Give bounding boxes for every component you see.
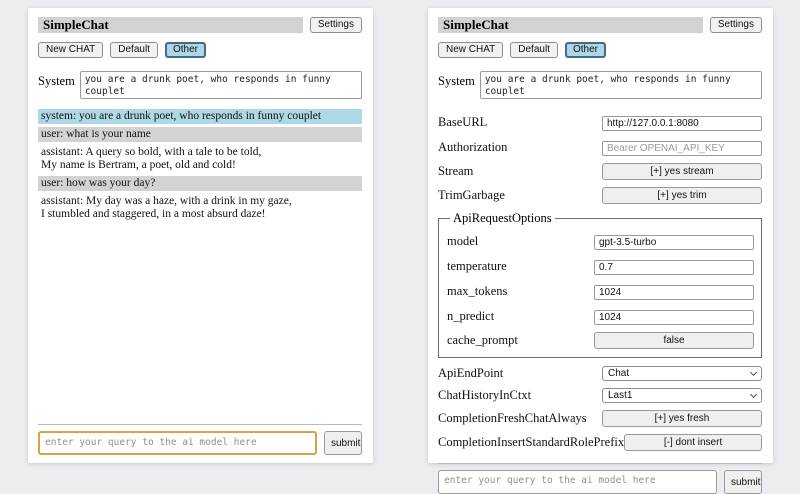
chat-message-user: user: how was your day? [38, 176, 362, 191]
session-tab-default[interactable]: Default [510, 42, 558, 58]
setting-row-cache-prompt: cache_prompt false [447, 332, 754, 349]
cache-prompt-toggle-button[interactable]: false [594, 332, 754, 349]
setting-row-chat-history-in-ctxt: ChatHistoryInCtxt Last1 [438, 388, 762, 403]
model-input[interactable] [594, 235, 754, 250]
chat-message-assistant: assistant: A query so bold, with a tale … [38, 145, 362, 173]
setting-row-completion-fresh-chat: CompletionFreshChatAlways [+] yes fresh [438, 410, 762, 427]
api-endpoint-select[interactable]: Chat [602, 366, 762, 381]
setting-row-temperature: temperature [447, 257, 754, 275]
system-prompt-input[interactable]: you are a drunk poet, who responds in fu… [80, 71, 362, 99]
system-label: System [38, 71, 75, 89]
api-request-options-legend: ApiRequestOptions [450, 211, 555, 226]
app-title: SimpleChat [438, 17, 703, 33]
api-request-options-fieldset: ApiRequestOptions model temperature max_… [438, 211, 762, 358]
chevron-down-icon [750, 390, 757, 397]
chat-message-list: system: you are a drunk poet, who respon… [38, 109, 362, 419]
completion-insert-role-prefix-toggle-button[interactable]: [-] dont insert [624, 434, 762, 451]
stage: SimpleChat Settings New CHAT Default Oth… [0, 0, 800, 463]
system-prompt-row: System you are a drunk poet, who respond… [38, 71, 362, 99]
chat-panel: SimpleChat Settings New CHAT Default Oth… [28, 8, 373, 463]
temperature-label: temperature [447, 259, 594, 274]
settings-button[interactable]: Settings [710, 17, 762, 33]
trimgarbage-label: TrimGarbage [438, 188, 602, 203]
temperature-input[interactable] [594, 260, 754, 275]
setting-row-api-endpoint: ApiEndPoint Chat [438, 366, 762, 381]
setting-row-max-tokens: max_tokens [447, 282, 754, 300]
max-tokens-input[interactable] [594, 285, 754, 300]
chat-message-system: system: you are a drunk poet, who respon… [38, 109, 362, 124]
trimgarbage-toggle-button[interactable]: [+] yes trim [602, 187, 762, 204]
session-tab-other[interactable]: Other [165, 42, 206, 58]
authorization-label: Authorization [438, 140, 602, 155]
system-label: System [438, 71, 475, 89]
settings-panel: SimpleChat Settings New CHAT Default Oth… [428, 8, 773, 463]
stream-label: Stream [438, 164, 602, 179]
stream-toggle-button[interactable]: [+] yes stream [602, 163, 762, 180]
authorization-input[interactable] [602, 141, 762, 156]
setting-row-stream: Stream [+] yes stream [438, 163, 762, 180]
divider [438, 463, 762, 464]
setting-row-completion-insert-role-prefix: CompletionInsertStandardRolePrefix [-] d… [438, 434, 762, 451]
n-predict-input[interactable] [594, 310, 754, 325]
submit-button[interactable]: submit [324, 431, 362, 455]
chevron-down-icon [750, 368, 757, 375]
setting-row-n-predict: n_predict [447, 307, 754, 325]
settings-button[interactable]: Settings [310, 17, 362, 33]
submit-button[interactable]: submit [724, 470, 762, 494]
chat-message-user: user: what is your name [38, 127, 362, 142]
api-endpoint-selected-value: Chat [608, 368, 629, 379]
setting-row-baseurl: BaseURL [438, 113, 762, 131]
divider [38, 424, 362, 425]
completion-fresh-chat-toggle-button[interactable]: [+] yes fresh [602, 410, 762, 427]
query-input[interactable] [438, 470, 717, 494]
cache-prompt-label: cache_prompt [447, 333, 594, 348]
query-input[interactable] [38, 431, 317, 455]
n-predict-label: n_predict [447, 309, 594, 324]
new-chat-button[interactable]: New CHAT [438, 42, 503, 58]
chat-history-in-ctxt-select[interactable]: Last1 [602, 388, 762, 403]
session-toolbar: New CHAT Default Other [38, 42, 362, 58]
completion-fresh-chat-label: CompletionFreshChatAlways [438, 411, 602, 426]
chat-message-assistant: assistant: My day was a haze, with a dri… [38, 194, 362, 222]
system-prompt-row: System you are a drunk poet, who respond… [438, 71, 762, 99]
settings-list: BaseURL Authorization Stream [+] yes str… [438, 113, 762, 458]
setting-row-authorization: Authorization [438, 138, 762, 156]
chat-history-selected-value: Last1 [608, 390, 632, 401]
chat-history-in-ctxt-label: ChatHistoryInCtxt [438, 388, 602, 403]
baseurl-label: BaseURL [438, 115, 602, 130]
completion-insert-role-prefix-label: CompletionInsertStandardRolePrefix [438, 435, 624, 450]
query-row: submit [438, 470, 762, 494]
new-chat-button[interactable]: New CHAT [38, 42, 103, 58]
setting-row-model: model [447, 232, 754, 250]
system-prompt-input[interactable]: you are a drunk poet, who responds in fu… [480, 71, 762, 99]
app-title: SimpleChat [38, 17, 303, 33]
api-endpoint-label: ApiEndPoint [438, 366, 602, 381]
session-tab-default[interactable]: Default [110, 42, 158, 58]
max-tokens-label: max_tokens [447, 284, 594, 299]
setting-row-trimgarbage: TrimGarbage [+] yes trim [438, 187, 762, 204]
header: SimpleChat Settings [38, 17, 362, 33]
session-tab-other[interactable]: Other [565, 42, 606, 58]
session-toolbar: New CHAT Default Other [438, 42, 762, 58]
header: SimpleChat Settings [438, 17, 762, 33]
baseurl-input[interactable] [602, 116, 762, 131]
model-label: model [447, 234, 594, 249]
query-row: submit [38, 431, 362, 455]
